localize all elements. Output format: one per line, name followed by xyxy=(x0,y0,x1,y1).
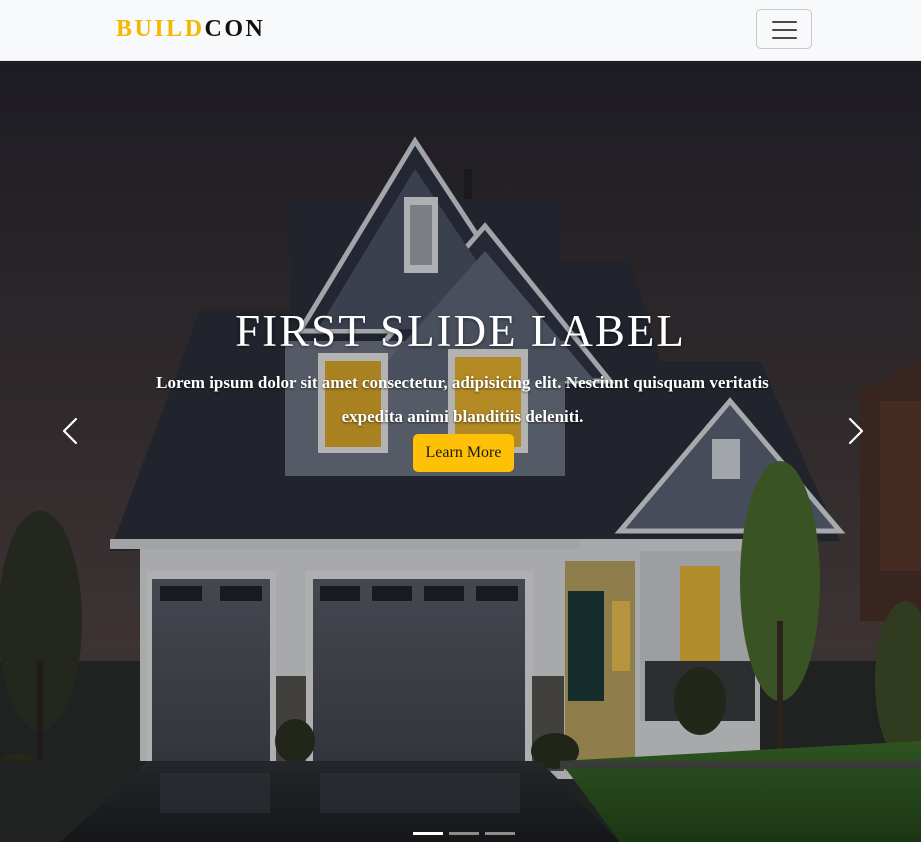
carousel-prev-button[interactable] xyxy=(40,401,100,461)
carousel-indicator-2[interactable] xyxy=(449,832,479,835)
chevron-right-icon xyxy=(848,417,864,445)
navbar: BUILDCON xyxy=(0,0,921,61)
carousel-next-button[interactable] xyxy=(826,401,886,461)
learn-more-button[interactable]: Learn More xyxy=(413,434,514,472)
brand-part-build: BUILD xyxy=(116,16,205,42)
slide-description: Lorem ipsum dolor sit amet consectetur, … xyxy=(156,373,769,426)
brand-logo[interactable]: BUILDCON xyxy=(116,14,265,44)
navbar-toggler-button[interactable] xyxy=(756,9,812,49)
hamburger-menu-icon-bar xyxy=(772,29,797,31)
hamburger-menu-icon xyxy=(772,21,797,23)
hero-carousel: FIRST SLIDE LABEL Lorem ipsum dolor sit … xyxy=(0,61,921,842)
carousel-indicator-3[interactable] xyxy=(485,832,515,835)
hamburger-menu-icon-bar xyxy=(772,37,797,39)
brand-part-con: CON xyxy=(204,16,266,42)
carousel-indicator-1[interactable] xyxy=(413,832,443,835)
chevron-left-icon xyxy=(62,417,78,445)
slide-title: FIRST SLIDE LABEL xyxy=(235,306,686,356)
